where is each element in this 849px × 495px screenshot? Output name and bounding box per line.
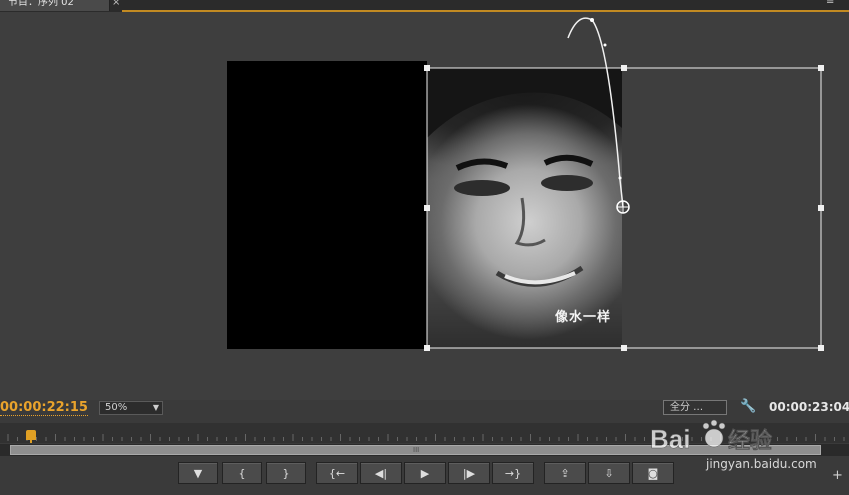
playhead-stem [30,440,32,443]
motion-path[interactable] [567,17,624,208]
play-icon: ▶ [420,466,430,480]
bounding-box[interactable] [426,67,822,349]
current-timecode[interactable]: 00:00:22:15 [0,400,88,416]
resolution-select[interactable]: 全分 … [663,400,727,415]
mark-in-button[interactable]: { [222,462,262,484]
keyframe-dot[interactable] [590,18,594,22]
zoom-value: 50% [105,402,128,413]
scrollbar-grip: III [413,446,420,454]
svg-text:经验: 经验 [728,428,772,454]
keyframe-dot[interactable] [603,43,607,47]
chevron-down-icon: ▼ [152,403,159,412]
playhead-icon[interactable] [26,430,36,440]
zoom-select[interactable]: 50% ▼ [99,401,163,415]
step-forward-icon: |▶ [462,466,476,480]
mark-in-icon: { [238,466,246,480]
mark-out-button[interactable]: } [266,462,306,484]
marker-button[interactable]: ▼ [178,462,218,484]
svg-text:jingyan.baidu.com: jingyan.baidu.com [705,457,817,471]
extract-button[interactable]: ⇩ [588,462,630,484]
resize-handles[interactable] [424,65,824,351]
wrench-icon[interactable]: 🔧 [740,399,756,414]
anchor-point-icon[interactable] [616,200,630,214]
marker-icon: ▼ [193,466,203,480]
svg-text:Bai: Bai [650,424,690,454]
lift-button[interactable]: ⇪ [544,462,586,484]
lift-icon: ⇪ [560,466,570,480]
go-to-in-button[interactable]: {← [316,462,358,484]
play-button[interactable]: ▶ [404,462,446,484]
baidu-watermark-logo: Bai 经验 jingyan.baidu.com [650,419,817,471]
duration-timecode: 00:00:23:04 [769,400,849,414]
mark-out-icon: } [282,466,290,480]
step-back-icon: ◀| [374,466,388,480]
go-to-in-icon: {← [328,466,346,480]
step-forward-button[interactable]: |▶ [448,462,490,484]
extract-icon: ⇩ [604,466,614,480]
keyframe-dot[interactable] [618,176,622,180]
go-to-out-button[interactable]: →} [492,462,534,484]
go-to-out-icon: →} [504,466,522,480]
step-back-button[interactable]: ◀| [360,462,402,484]
resolution-value: 全分 … [670,402,704,413]
